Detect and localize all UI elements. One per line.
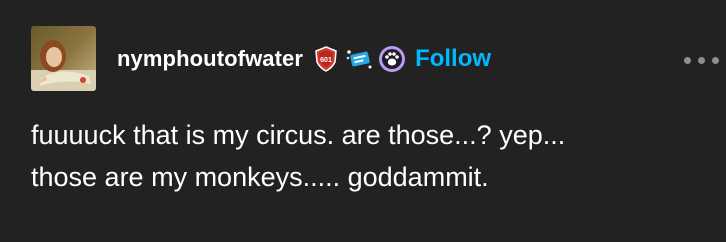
painting-avatar-icon — [31, 26, 96, 91]
post-text-line: fuuuuck that is my circus. are those...?… — [31, 120, 566, 150]
red-shield-badge-icon[interactable]: 601 — [311, 44, 341, 74]
post-header: nymphoutofwater 601 Follow — [117, 42, 491, 76]
username-link[interactable]: nymphoutofwater — [117, 46, 303, 72]
more-options-icon[interactable] — [684, 50, 726, 70]
avatar[interactable] — [31, 26, 96, 91]
follow-button[interactable]: Follow — [415, 45, 491, 73]
post-text-line: those are my monkeys..... goddammit. — [31, 162, 489, 192]
dot — [698, 56, 705, 64]
paw-badge-icon[interactable] — [377, 44, 407, 74]
post-body: fuuuuck that is my circus. are those...?… — [31, 114, 691, 198]
dot — [712, 56, 719, 64]
badge-group: 601 — [311, 44, 407, 74]
blue-sparkle-badge-icon[interactable] — [344, 44, 374, 74]
dot — [684, 56, 691, 64]
post-card: nymphoutofwater 601 Follow fuuuuck that … — [0, 0, 726, 242]
badge-number: 601 — [320, 57, 332, 64]
